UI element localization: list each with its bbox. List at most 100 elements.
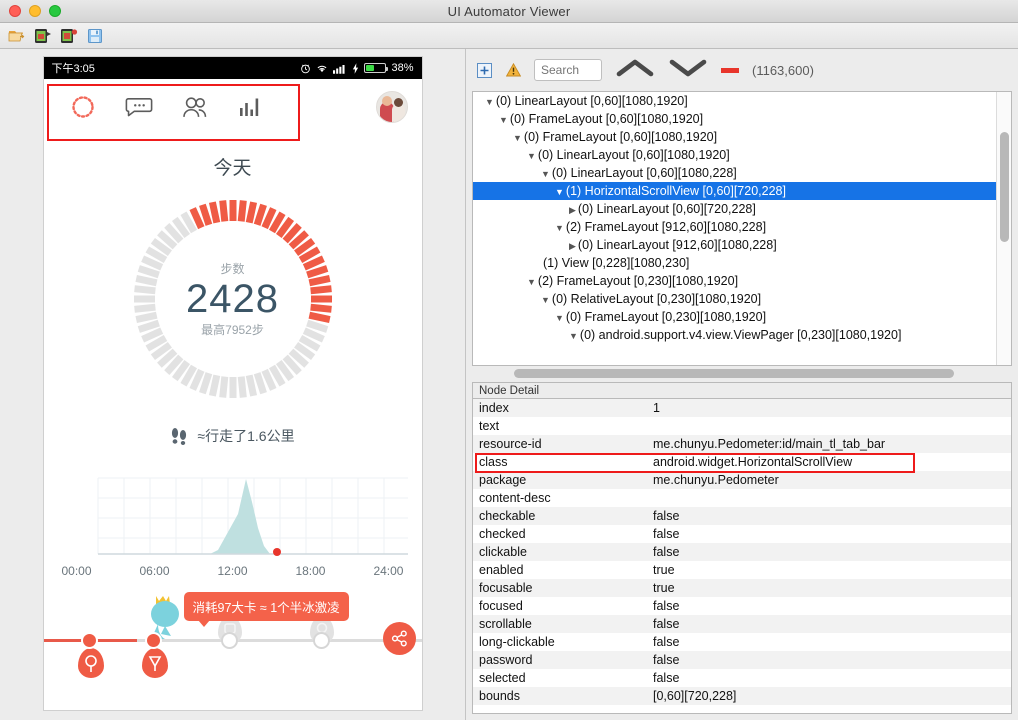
node-detail-key: checkable [479,509,536,523]
tree-row[interactable]: ▼ (0) FrameLayout [0,60][1080,1920] [473,128,996,146]
cursor-coordinates: (1163,600) [752,62,814,78]
chevron-right-icon[interactable]: ▶ [569,237,576,255]
node-detail-container: Node Detail index 1 text resource-id me.chun… [466,380,1018,720]
tab-messages[interactable] [124,92,154,122]
node-detail-key: scrollable [479,617,532,631]
node-detail-row[interactable]: clickable false [473,543,1011,561]
tree-horizontal-scrollbar[interactable] [478,366,1006,380]
tree-row[interactable]: ▼ (2) FrameLayout [0,230][1080,1920] [473,272,996,290]
step-label: 步数 [220,262,245,276]
chevron-down-icon[interactable] [668,57,708,84]
main-split: 下午3:05 38% 今天 步数 2428 最高7952步 ≈行走了1.6公里 … [0,49,1018,720]
step-ring-center: 步数 2428 最高7952步 [126,192,340,406]
chevron-down-icon[interactable]: ▼ [499,111,508,129]
dash-icon[interactable] [721,67,739,73]
warning-icon[interactable] [505,62,521,78]
tree-rows[interactable]: ▼ (0) LinearLayout [0,60][1080,1920] ▼ (0) … [473,92,996,365]
tree-row[interactable]: ▼ (0) android.support.v4.view.ViewPager [… [473,326,996,344]
node-detail-value: false [653,653,680,667]
chevron-down-icon[interactable]: ▼ [555,219,564,237]
milestone-2-badge[interactable] [141,648,168,678]
phone-tabs [58,92,266,122]
battery-percent: 38% [391,62,414,74]
milestone-1-badge[interactable] [77,648,104,678]
tree-row-label: (1) HorizontalScrollView [0,60][720,228] [565,184,786,198]
tab-circle[interactable] [68,92,98,122]
chevron-down-icon[interactable]: ▼ [527,273,536,291]
avatar[interactable] [375,91,408,123]
save-icon[interactable] [84,26,105,46]
footprints-icon [172,428,187,445]
node-detail-row[interactable]: package me.chunyu.Pedometer [473,471,1011,489]
tree-toolbar: (1163,600) [466,49,1018,91]
node-detail-row[interactable]: checked false [473,525,1011,543]
node-detail-row[interactable]: enabled true [473,561,1011,579]
tree-row[interactable]: ▶ (0) LinearLayout [0,60][720,228] [473,200,996,218]
node-detail-row[interactable]: class android.widget.HorizontalScrollView [473,453,1011,471]
node-detail-row[interactable]: resource-id me.chunyu.Pedometer:id/main_t… [473,435,1011,453]
tree-hscroll-thumb[interactable] [514,369,954,378]
node-detail-row[interactable]: content-desc [473,489,1011,507]
open-icon[interactable] [6,26,27,46]
node-detail-key: enabled [479,563,524,577]
chevron-down-icon[interactable]: ▼ [527,147,536,165]
milestone-2[interactable] [144,632,162,649]
tree-row[interactable]: ▼ (0) LinearLayout [0,60][1080,1920] [473,92,996,110]
search-input[interactable] [534,59,602,81]
chevron-down-icon[interactable]: ▼ [541,165,550,183]
tree-row[interactable]: ▼ (0) RelativeLayout [0,230][1080,1920] [473,290,996,308]
device-screenshot-icon[interactable] [32,26,53,46]
battery-icon [364,63,389,73]
tab-stats[interactable] [236,92,266,122]
node-detail-row[interactable]: password false [473,651,1011,669]
milestone-1[interactable] [80,632,98,649]
node-detail-key: index [479,401,509,415]
device-screenshot-compressed-icon[interactable] [58,26,79,46]
node-detail-value: false [653,635,680,649]
chevron-down-icon[interactable]: ▼ [555,183,564,201]
tree-row-selected[interactable]: ▼ (1) HorizontalScrollView [0,60][720,228… [473,182,996,200]
tree-row[interactable]: ▶ (0) LinearLayout [912,60][1080,228] [473,236,996,254]
device-screenshot[interactable]: 下午3:05 38% 今天 步数 2428 最高7952步 ≈行走了1.6公里 … [42,56,423,711]
main-toolbar [0,23,1018,49]
step-max: 最高7952步 [201,323,264,337]
tree-row[interactable]: (1) View [0,228][1080,230] [473,254,996,272]
node-detail-table[interactable]: index 1 text resource-id me.chunyu.Pedometer… [472,398,1012,714]
expand-all-icon[interactable] [476,62,492,78]
screenshot-pane: 下午3:05 38% 今天 步数 2428 最高7952步 ≈行走了1.6公里 … [0,49,466,720]
node-tree[interactable]: ▼ (0) LinearLayout [0,60][1080,1920] ▼ (0) … [472,91,1012,366]
node-detail-row[interactable]: selected false [473,669,1011,687]
chevron-down-icon[interactable]: ▼ [569,327,578,345]
chevron-down-icon[interactable]: ▼ [485,93,494,111]
tree-row[interactable]: ▼ (0) LinearLayout [0,60][1080,228] [473,164,996,182]
chevron-down-icon[interactable]: ▼ [541,291,550,309]
node-detail-row[interactable]: index 1 [473,399,1011,417]
chevron-down-icon[interactable]: ▼ [555,309,564,327]
tree-vscroll-thumb[interactable] [1000,132,1009,242]
chevron-right-icon[interactable]: ▶ [569,201,576,219]
node-detail-row[interactable]: bounds [0,60][720,228] [473,687,1011,705]
node-detail-value: false [653,617,680,631]
milestone-4[interactable] [312,632,330,649]
tree-row-label: (0) LinearLayout [0,60][720,228] [577,202,756,216]
tree-row[interactable]: ▼ (0) FrameLayout [0,60][1080,1920] [473,110,996,128]
node-detail-row[interactable]: focused false [473,597,1011,615]
node-detail-row[interactable]: text [473,417,1011,435]
dotted-circle-icon [71,96,94,118]
tree-row[interactable]: ▼ (2) FrameLayout [912,60][1080,228] [473,218,996,236]
tab-friends[interactable] [180,92,210,122]
friends-icon [182,96,206,117]
milestone-3[interactable] [220,632,238,649]
node-detail-row[interactable]: long-clickable false [473,633,1011,651]
tree-row[interactable]: ▼ (0) LinearLayout [0,60][1080,1920] [473,146,996,164]
phone-tab-bar [43,79,422,135]
tree-vertical-scrollbar[interactable] [996,92,1011,365]
node-detail-row[interactable]: scrollable false [473,615,1011,633]
share-button[interactable] [382,622,416,655]
tree-row[interactable]: ▼ (0) FrameLayout [0,230][1080,1920] [473,308,996,326]
node-detail-row[interactable]: focusable true [473,579,1011,597]
chevron-up-icon[interactable] [615,57,655,84]
chevron-down-icon[interactable]: ▼ [513,129,522,147]
node-detail-row[interactable]: checkable false [473,507,1011,525]
node-detail-header: Node Detail [472,382,1012,398]
